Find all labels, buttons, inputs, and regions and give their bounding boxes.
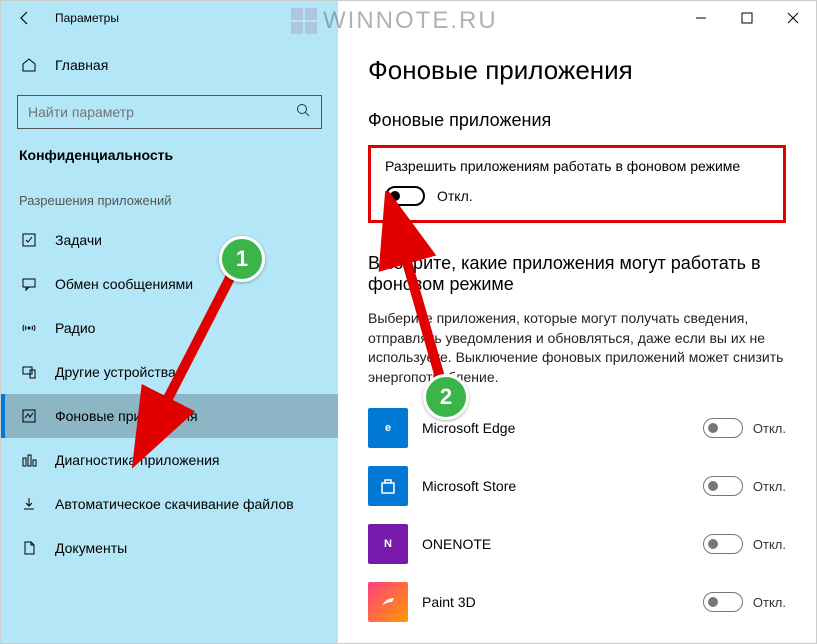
sidebar-item-label: Другие устройства: [55, 364, 176, 380]
app-icon-edge: e: [368, 408, 408, 448]
tasks-icon: [19, 232, 39, 248]
sidebar-item-label: Радио: [55, 320, 95, 336]
messaging-icon: [19, 276, 39, 292]
app-toggle-paint3d[interactable]: [703, 592, 743, 612]
home-icon: [19, 57, 39, 73]
sidebar-item-radio[interactable]: Радио: [1, 306, 338, 350]
subheading-1: Фоновые приложения: [368, 110, 786, 131]
annotation-badge-2: 2: [423, 374, 469, 420]
window-title: Параметры: [55, 11, 119, 25]
sidebar-item-label: Фоновые приложения: [55, 408, 198, 424]
sidebar-item-label: Диагностика приложения: [55, 452, 219, 468]
master-toggle-state: Откл.: [437, 188, 473, 204]
highlight-box: Разрешить приложениям работать в фоновом…: [368, 145, 786, 223]
sidebar-item-label: Задачи: [55, 232, 102, 248]
app-name-label: Paint 3D: [422, 594, 703, 610]
sidebar-item-diagnostics[interactable]: Диагностика приложения: [1, 438, 338, 482]
app-name-label: Microsoft Edge: [422, 420, 703, 436]
arrow-left-icon: [17, 10, 33, 26]
sidebar: Главная Конфиденциальность Разрешения пр…: [1, 35, 338, 643]
app-row-store: Microsoft Store Откл.: [368, 463, 786, 509]
devices-icon: [19, 364, 39, 380]
sidebar-item-other-devices[interactable]: Другие устройства: [1, 350, 338, 394]
app-toggle-edge[interactable]: [703, 418, 743, 438]
minimize-icon: [693, 10, 709, 26]
subheading-2: Выберите, какие приложения могут работат…: [368, 253, 786, 295]
app-icon-paint3d: [368, 582, 408, 622]
diagnostics-icon: [19, 452, 39, 468]
app-toggle-state: Откл.: [753, 421, 786, 436]
app-toggle-state: Откл.: [753, 479, 786, 494]
group-title: Разрешения приложений: [1, 193, 338, 208]
app-name-label: Microsoft Store: [422, 478, 703, 494]
app-icon-onenote: N: [368, 524, 408, 564]
close-button[interactable]: [770, 1, 816, 35]
sidebar-item-auto-download[interactable]: Автоматическое скачивание файлов: [1, 482, 338, 526]
home-link[interactable]: Главная: [1, 45, 338, 85]
search-input[interactable]: [17, 95, 322, 129]
sidebar-item-label: Документы: [55, 540, 127, 556]
sidebar-item-documents[interactable]: Документы: [1, 526, 338, 570]
maximize-button[interactable]: [724, 1, 770, 35]
master-toggle-label: Разрешить приложениям работать в фоновом…: [385, 158, 769, 174]
documents-icon: [19, 540, 39, 556]
sidebar-item-background-apps[interactable]: Фоновые приложения: [1, 394, 338, 438]
titlebar: Параметры: [1, 1, 816, 35]
close-icon: [785, 10, 801, 26]
app-toggle-store[interactable]: [703, 476, 743, 496]
background-apps-icon: [19, 408, 39, 424]
app-toggle-state: Откл.: [753, 595, 786, 610]
home-label: Главная: [55, 57, 108, 73]
sidebar-item-messaging[interactable]: Обмен сообщениями: [1, 262, 338, 306]
main-content: Фоновые приложения Фоновые приложения Ра…: [338, 35, 816, 643]
sidebar-item-label: Автоматическое скачивание файлов: [55, 496, 294, 512]
maximize-icon: [739, 10, 755, 26]
master-toggle[interactable]: [385, 186, 425, 206]
search-icon: [295, 102, 311, 123]
app-icon-store: [368, 466, 408, 506]
minimize-button[interactable]: [678, 1, 724, 35]
app-list: e Microsoft Edge Откл. Microsoft Store О…: [368, 405, 786, 625]
app-toggle-onenote[interactable]: [703, 534, 743, 554]
section-title: Конфиденциальность: [1, 147, 338, 163]
search-field[interactable]: [28, 104, 311, 120]
back-button[interactable]: [1, 1, 49, 35]
radio-icon: [19, 320, 39, 336]
page-title: Фоновые приложения: [368, 55, 786, 86]
download-icon: [19, 496, 39, 512]
app-toggle-state: Откл.: [753, 537, 786, 552]
annotation-badge-1: 1: [219, 236, 265, 282]
sidebar-item-label: Обмен сообщениями: [55, 276, 193, 292]
app-row-onenote: N ONENOTE Откл.: [368, 521, 786, 567]
sidebar-item-tasks[interactable]: Задачи: [1, 218, 338, 262]
description: Выберите приложения, которые могут получ…: [368, 309, 786, 387]
app-row-paint3d: Paint 3D Откл.: [368, 579, 786, 625]
app-name-label: ONENOTE: [422, 536, 703, 552]
